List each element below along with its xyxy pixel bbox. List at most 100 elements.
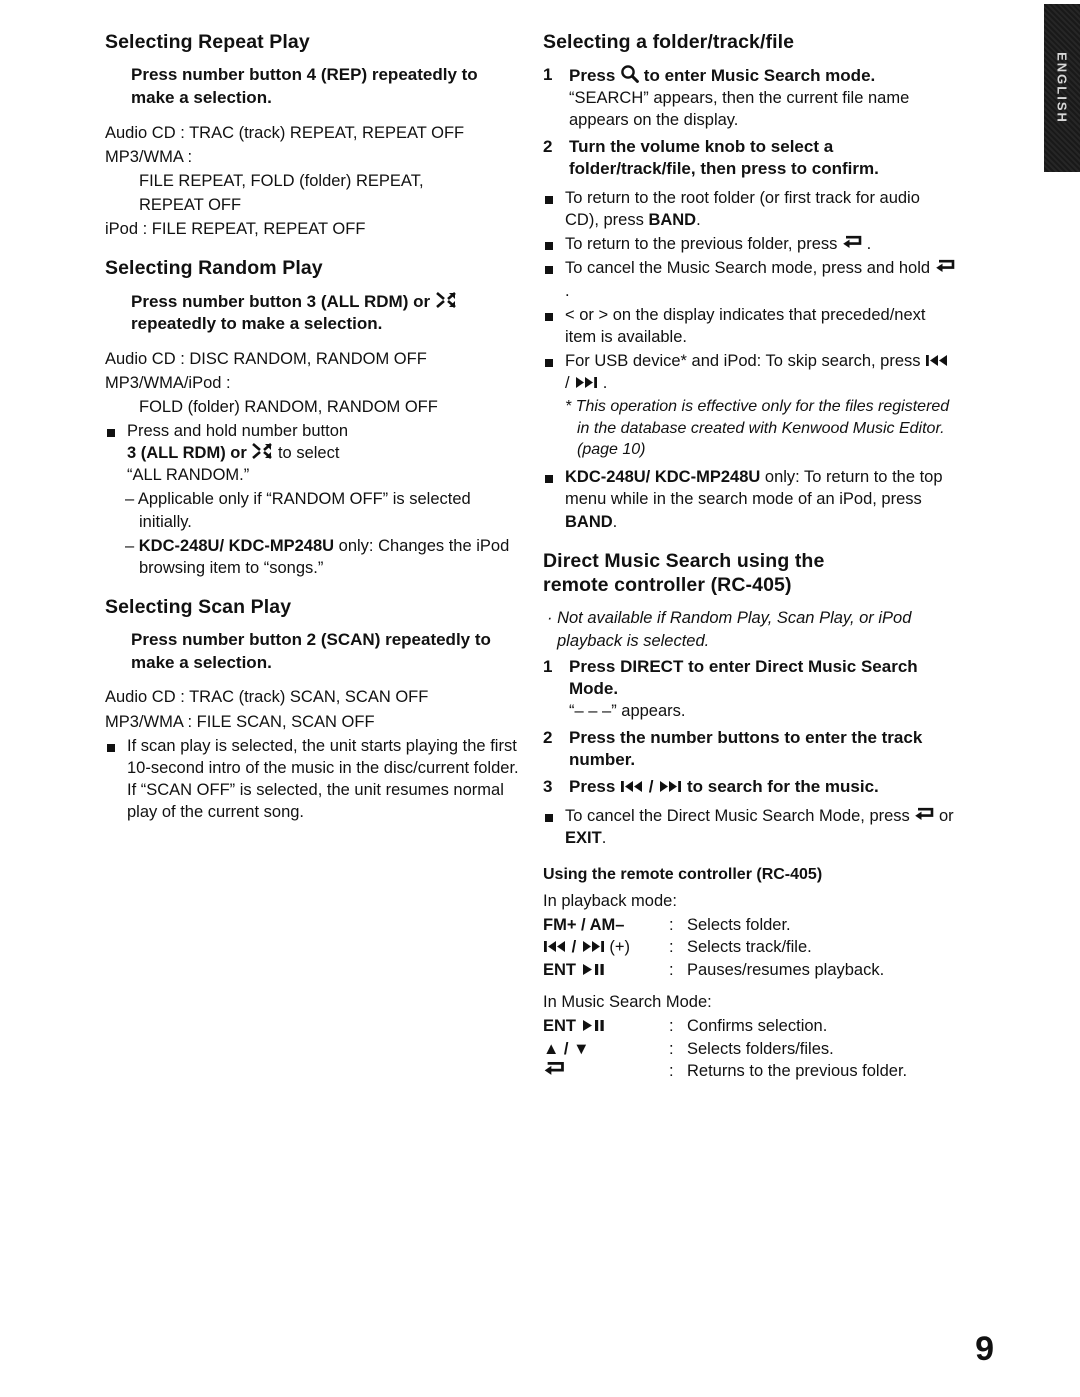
random-dash-2: – KDC-248U/ KDC-MP248U only: Changes the… (125, 536, 510, 577)
remote-ent-label-2: ENT (543, 1017, 576, 1036)
repeat-line-2: MP3/WMA : (105, 147, 193, 166)
direct-step-1-number: 1 (543, 656, 553, 676)
skip-previous-icon-2 (620, 777, 649, 796)
folder-bullets: To return to the root folder (or first t… (543, 187, 958, 394)
random-lead-part-b: repeatedly to make a selection. (131, 314, 383, 334)
remote-search-table: ENT : Confirms selection. ▲ / ▼: Select… (543, 1015, 958, 1082)
direct-step-1: 1 Press DIRECT to enter Direct Music Sea… (543, 656, 958, 723)
scan-line-1: Audio CD : TRAC (track) SCAN, SCAN OFF (105, 688, 429, 707)
remote-mode-playback: In playback mode: (543, 891, 677, 910)
heading-direct-line-2: remote controller (RC-405) (543, 574, 792, 597)
play-pause-icon-2 (581, 1017, 606, 1035)
remote-colon-2: : (669, 938, 674, 957)
skip-previous-icon (925, 352, 949, 370)
folder-bullet-5: For USB device* and iPod: To skip search… (543, 350, 958, 394)
direct-step-2-number: 2 (543, 727, 553, 747)
folder-bullet-4: < or > on the display indicates that pre… (543, 304, 958, 348)
skip-previous-icon-3 (543, 938, 572, 956)
table-row: : Returns to the previous folder. (543, 1060, 958, 1082)
heading-direct-music-search: Direct Music Search using the remote con… (543, 549, 958, 598)
language-edge-label: ENGLISH (1054, 52, 1070, 124)
folder-bullet-2-period: . (866, 235, 872, 254)
scan-bullet-list: If scan play is selected, the unit start… (105, 735, 520, 823)
return-arrow-icon-4 (543, 1062, 565, 1080)
heading-repeat-play: Selecting Repeat Play (105, 31, 310, 53)
repeat-line-4: REPEAT OFF (139, 195, 242, 214)
heading-direct-line-1: Direct Music Search using the (543, 549, 825, 572)
folder-bullet-6: KDC-248U/ KDC-MP248U only: To return to … (543, 466, 958, 532)
random-bullet-list: Press and hold number button 3 (ALL RDM)… (105, 420, 520, 486)
table-row: / (+) : Selects track/file. (543, 936, 958, 958)
folder-bullet-3: To cancel the Music Search mode, press a… (543, 257, 958, 301)
remote-playback-table: FM+ / AM– : Selects folder. / (+): Sele… (543, 914, 958, 981)
folder-bullet-6-band: BAND (565, 512, 613, 531)
folder-step-1-a: Press (569, 66, 616, 86)
remote-key-ent-2: ENT (543, 1015, 669, 1037)
return-arrow-icon-1 (842, 235, 867, 253)
remote-value-4: Confirms selection. (687, 1017, 828, 1036)
folder-step-2-text: Turn the volume knob to select a folder/… (569, 136, 879, 179)
random-line-1: Audio CD : DISC RANDOM, RANDOM OFF (105, 349, 427, 368)
section-random-play: Selecting Random Play Press number butto… (105, 256, 520, 579)
scan-bullet-text: If scan play is selected, the unit start… (127, 736, 519, 777)
manual-page: ENGLISH Selecting Repeat Play Press numb… (0, 0, 1080, 1397)
section-direct-music-search: Direct Music Search using the remote con… (543, 549, 958, 849)
cross-arrows-icon-2 (251, 443, 278, 462)
folder-footnote: * This operation is effective only for t… (565, 398, 950, 458)
direct-step-3: 3 Press / to search for the music. (543, 776, 958, 799)
remote-skip-sep: / (571, 938, 577, 957)
remote-key-ent: ENT (543, 959, 669, 981)
scan-bullet-item: If scan play is selected, the unit start… (105, 735, 520, 823)
remote-value-5: Selects folders/files. (687, 1039, 834, 1058)
remote-value-1: Selects folder. (687, 915, 791, 934)
folder-step-2-number: 2 (543, 136, 553, 156)
return-arrow-icon-2 (935, 259, 955, 277)
skip-next-icon (574, 374, 603, 392)
table-row: ▲ / ▼ : Selects folders/files. (543, 1038, 958, 1060)
folder-step-1-sub: “SEARCH” appears, then the current file … (569, 88, 910, 129)
folder-bullet-1-text: To return to the root folder (or first t… (565, 189, 920, 230)
table-row: ENT : Pauses/resumes playback. (543, 959, 958, 981)
direct-bullets: To cancel the Direct Music Search Mode, … (543, 805, 958, 849)
scan-line-2: MP3/WMA : FILE SCAN, SCAN OFF (105, 712, 375, 731)
repeat-line-1: Audio CD : TRAC (track) REPEAT, REPEAT O… (105, 123, 465, 142)
folder-bullet-5-text: For USB device* and iPod: To skip search… (565, 351, 921, 370)
remote-key-updown: ▲ / ▼ (543, 1039, 590, 1058)
random-line-3: FOLD (folder) RANDOM, RANDOM OFF (139, 397, 438, 416)
search-magnifier-icon (620, 65, 644, 85)
random-bullet-tail: to select (277, 444, 340, 463)
random-lead-part-a: Press number button 3 (ALL RDM) or (131, 291, 431, 311)
table-row: FM+ / AM– : Selects folder. (543, 914, 958, 936)
direct-step-3-sep: / (648, 777, 654, 797)
remote-key-skip: / (+) (543, 936, 669, 958)
section-folder-track-file: Selecting a folder/track/file 1 Press to… (543, 30, 958, 533)
language-edge-tab: ENGLISH (1044, 4, 1080, 172)
direct-step-3-number: 3 (543, 777, 553, 797)
remote-value-2: Selects track/file. (687, 938, 812, 957)
direct-step-1-bold: DIRECT (620, 656, 684, 676)
direct-step-3-b: to search for the music. (687, 777, 879, 797)
folder-step-1-number: 1 (543, 65, 553, 85)
right-column: Selecting a folder/track/file 1 Press to… (543, 30, 958, 1099)
folder-bullet-5-period: . (602, 373, 608, 392)
folder-step-1-b: to enter Music Search mode. (643, 66, 876, 86)
direct-bullet-1-text: To cancel the Direct Music Search Mode, … (565, 806, 910, 825)
direct-step-1-sub: “– – –” appears. (569, 701, 686, 720)
random-dash-2-models: KDC-248U/ KDC-MP248U (138, 536, 335, 555)
return-arrow-icon-3 (914, 807, 939, 825)
random-dash-1: – Applicable only if “RANDOM OFF” is sel… (125, 490, 471, 531)
folder-bullet-2-text: To return to the previous folder, press (565, 235, 838, 254)
page-number: 9 (975, 1330, 994, 1368)
folder-step-2: 2 Turn the volume knob to select a folde… (543, 136, 958, 181)
folder-bullet-1-band: BAND (648, 211, 697, 230)
direct-bullet-1: To cancel the Direct Music Search Mode, … (543, 805, 958, 849)
direct-step-3-a: Press (569, 777, 616, 797)
folder-bullets-2: KDC-248U/ KDC-MP248U only: To return to … (543, 466, 958, 532)
remote-colon-6: : (669, 1062, 674, 1081)
remote-key-return (543, 1060, 669, 1082)
heading-scan-play: Selecting Scan Play (105, 595, 292, 618)
table-row: ENT : Confirms selection. (543, 1015, 958, 1037)
remote-colon-4: : (669, 1017, 674, 1036)
folder-bullet-6-period: . (612, 512, 618, 531)
remote-colon-1: : (669, 915, 674, 934)
